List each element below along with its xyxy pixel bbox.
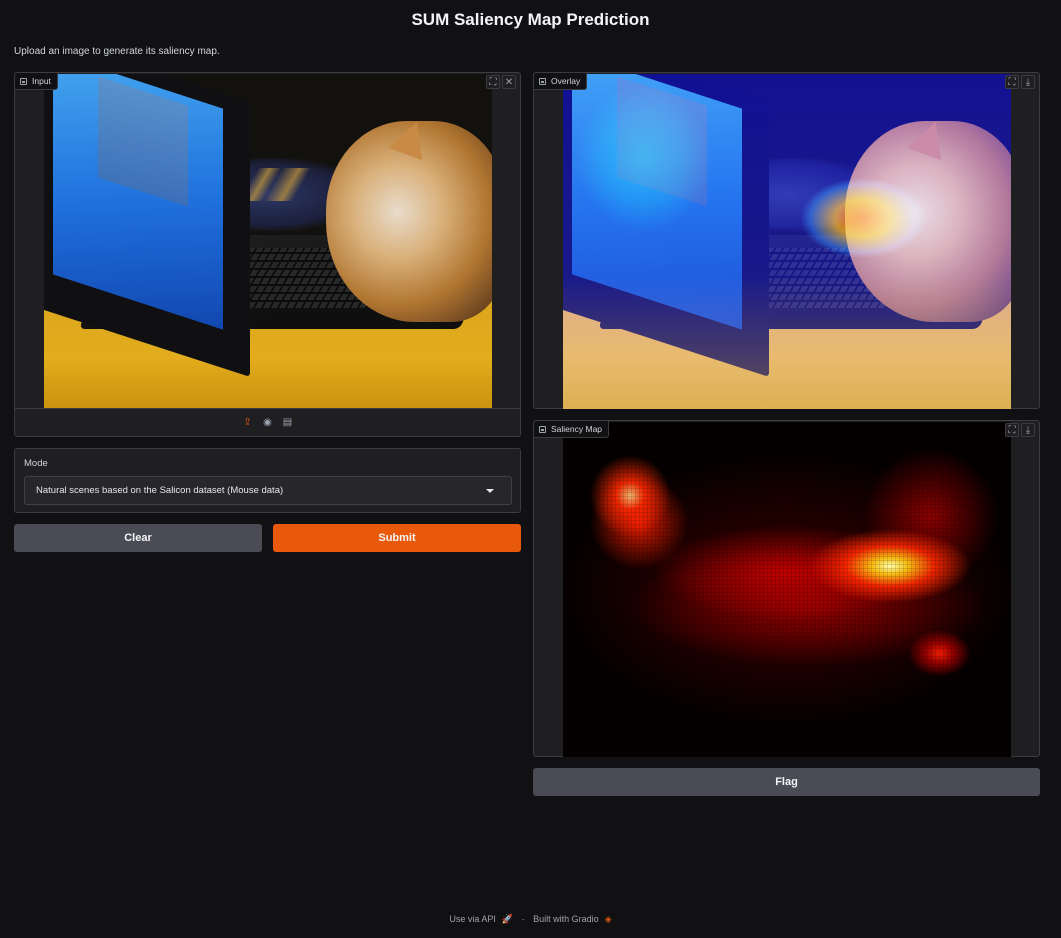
fullscreen-icon[interactable]: ⛶	[1005, 75, 1019, 89]
mode-label: Mode	[24, 458, 48, 469]
page-title: SUM Saliency Map Prediction	[411, 10, 650, 29]
download-icon[interactable]: ⤓	[1021, 423, 1035, 437]
image-icon	[539, 425, 546, 433]
page-description: Upload an image to generate its saliency…	[14, 46, 220, 57]
submit-button[interactable]: Submit	[273, 524, 521, 552]
input-image	[44, 74, 492, 409]
upload-icon[interactable]: ⇪	[242, 417, 254, 429]
saliency-map-image	[563, 422, 1011, 757]
saliency-map-panel: Saliency Map ⛶ ⤓	[533, 420, 1040, 757]
mode-block: Mode Natural scenes based on the Salicon…	[14, 448, 521, 513]
gradio-logo-icon: ◈	[604, 914, 612, 924]
overlay-image-panel: Overlay ⛶ ⤓	[533, 72, 1040, 409]
close-icon[interactable]: ✕	[502, 75, 516, 89]
source-selector: ⇪ ◉ ▤	[15, 408, 520, 436]
input-label: Input	[32, 76, 51, 86]
chevron-down-icon	[486, 489, 494, 493]
fullscreen-icon[interactable]: ⛶	[1005, 423, 1019, 437]
footer-separator: ·	[521, 914, 525, 924]
mode-dropdown[interactable]: Natural scenes based on the Salicon data…	[24, 476, 512, 505]
mode-selected-value: Natural scenes based on the Salicon data…	[36, 485, 284, 496]
saliency-label: Saliency Map	[551, 424, 603, 434]
clipboard-icon[interactable]: ▤	[282, 417, 294, 429]
footer: Use via API 🚀 · Built with Gradio ◈	[0, 914, 1061, 925]
image-icon	[20, 77, 27, 85]
flag-button[interactable]: Flag	[533, 768, 1040, 796]
rocket-icon: 🚀	[501, 914, 514, 924]
saliency-label-chip: Saliency Map	[534, 421, 610, 438]
built-with-gradio-link[interactable]: Built with Gradio	[533, 914, 599, 924]
webcam-icon[interactable]: ◉	[262, 417, 274, 429]
image-icon	[539, 77, 546, 85]
clear-button[interactable]: Clear	[14, 524, 262, 552]
use-via-api-link[interactable]: Use via API	[449, 914, 496, 924]
download-icon[interactable]: ⤓	[1021, 75, 1035, 89]
input-image-panel[interactable]: Input ⛶ ✕ ⇪ ◉ ▤	[14, 72, 521, 437]
overlay-image	[563, 74, 1011, 409]
overlay-label-chip: Overlay	[534, 73, 588, 90]
overlay-label: Overlay	[551, 76, 581, 86]
fullscreen-icon[interactable]: ⛶	[486, 75, 500, 89]
input-label-chip: Input	[15, 73, 58, 90]
